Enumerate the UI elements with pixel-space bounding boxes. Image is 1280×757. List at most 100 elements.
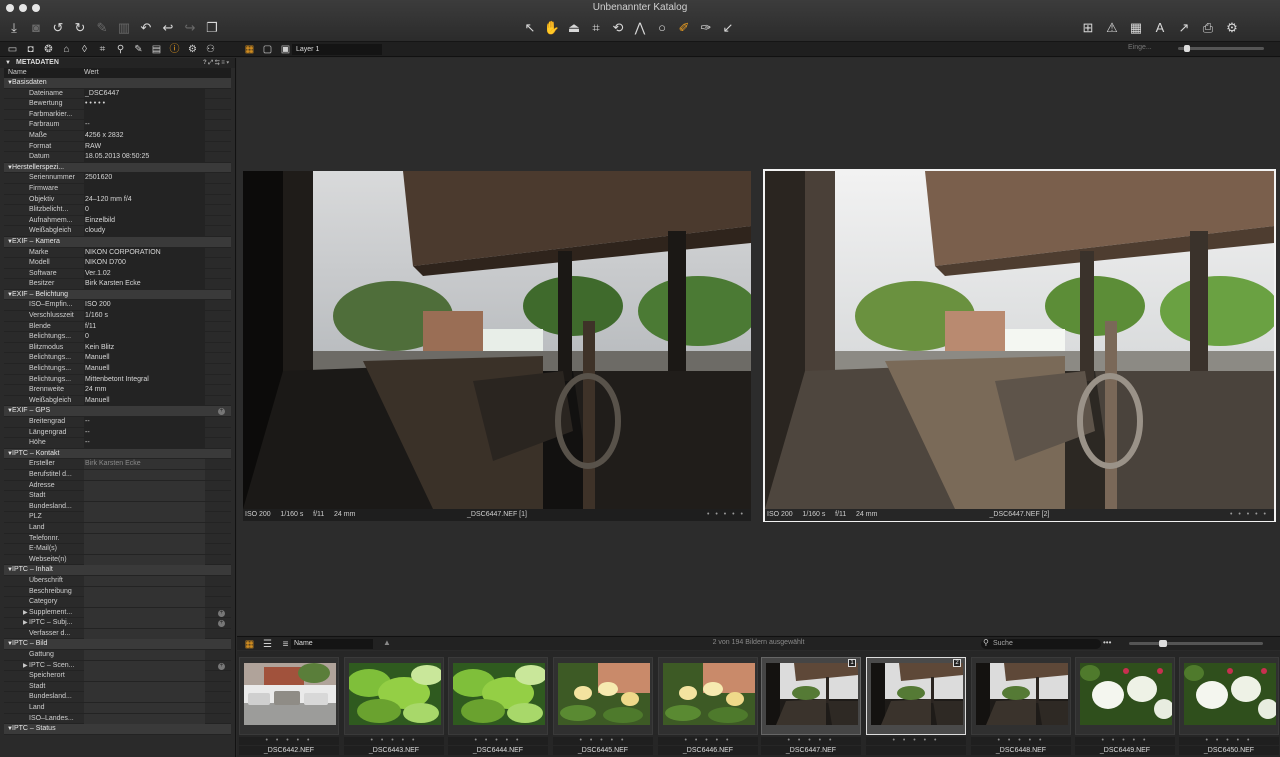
panel-header[interactable]: ▼ METADATEN ? ⤢ ⇆ ≡ ▾ bbox=[0, 58, 235, 68]
thumbnail-cell[interactable] bbox=[971, 657, 1071, 735]
rating-stars[interactable]: • • • • • bbox=[761, 737, 861, 745]
rating-stars[interactable]: • • • • • bbox=[658, 737, 758, 745]
metadata-value[interactable] bbox=[84, 491, 205, 502]
output-icon[interactable]: ▤ bbox=[150, 44, 163, 56]
compare-view-icon[interactable]: ▣ bbox=[279, 44, 292, 56]
metadata-value[interactable] bbox=[84, 597, 205, 608]
metadata-row[interactable]: Farbmarkier... bbox=[4, 109, 231, 121]
expand-triangle-icon[interactable]: ▶ bbox=[23, 618, 28, 629]
metadata-row[interactable]: Berufstitel d... bbox=[4, 469, 231, 481]
metadata-row[interactable]: Ersteller Birk Karsten Ecke bbox=[4, 459, 231, 470]
metadata-section[interactable]: ▼ Herstellerspezi... bbox=[4, 162, 231, 174]
thumbnail[interactable]: • • • • • _DSC6450.NEF bbox=[1179, 657, 1279, 757]
metadata-section[interactable]: ▼ IPTC – Kontakt bbox=[4, 448, 231, 460]
metadata-value[interactable] bbox=[84, 660, 205, 671]
thumbnail[interactable]: • • • • • _DSC6443.NEF bbox=[344, 657, 444, 757]
metadata-row[interactable]: Objektiv 24–120 mm f/4 bbox=[4, 194, 231, 206]
metadata-row[interactable]: Stadt bbox=[4, 491, 231, 502]
adjust-icon[interactable]: ✎ bbox=[132, 44, 145, 56]
single-view-icon[interactable]: ▢ bbox=[261, 44, 274, 56]
spot-icon[interactable]: ○ bbox=[654, 19, 670, 35]
metadata-value[interactable] bbox=[84, 469, 205, 480]
rotate-icon[interactable]: ⟲ bbox=[610, 19, 626, 35]
metadata-row[interactable]: Software Ver.1.02 bbox=[4, 268, 231, 280]
metadata-value[interactable] bbox=[84, 586, 205, 597]
viewer-image-2-selected[interactable] bbox=[763, 169, 1276, 522]
add-icon[interactable]: + bbox=[218, 609, 225, 617]
metadata-row[interactable]: Belichtungs... Mittenbetont Integral bbox=[4, 374, 231, 386]
metadata-row[interactable]: Bewertung • • • • • bbox=[4, 99, 231, 110]
metadata-row[interactable]: Modell NIKON D700 bbox=[4, 258, 231, 269]
metadata-row[interactable]: ▶ Supplement... + bbox=[4, 607, 231, 619]
metadata-row[interactable]: Aufnahmem... Einzelbild bbox=[4, 215, 231, 227]
capture-icon[interactable]: ◘ bbox=[24, 44, 37, 56]
print-icon[interactable]: ⎙ bbox=[1200, 19, 1216, 35]
thumbnail[interactable]: • • • • • _DSC6446.NEF bbox=[658, 657, 758, 757]
layer-select[interactable]: Layer 1 bbox=[292, 44, 382, 55]
thumbnail-cell[interactable]: 2 bbox=[866, 657, 966, 735]
thumbnail-cell[interactable]: 1 bbox=[761, 657, 861, 735]
metadata-section[interactable]: ▼ IPTC – Bild bbox=[4, 639, 231, 651]
thumbnail-cell[interactable] bbox=[1179, 657, 1279, 735]
metadata-row[interactable]: Dateiname _DSC6447 bbox=[4, 88, 231, 100]
lens-icon[interactable]: ◊ bbox=[78, 44, 91, 56]
folder-icon[interactable]: ▭ bbox=[6, 44, 19, 56]
metadata-row[interactable]: Bundesland... bbox=[4, 692, 231, 704]
metadata-value[interactable] bbox=[84, 512, 205, 523]
metadata-row[interactable]: Speicherort bbox=[4, 671, 231, 682]
metadata-section[interactable]: ▼ EXIF – GPS + bbox=[4, 406, 231, 417]
keystone-icon[interactable]: ⋀ bbox=[632, 19, 648, 35]
erase-icon[interactable]: ✑ bbox=[698, 19, 714, 35]
metadata-section[interactable]: ▼ Basisdaten bbox=[4, 78, 231, 89]
metadata-value[interactable] bbox=[84, 607, 205, 618]
metadata-row[interactable]: Gattung bbox=[4, 650, 231, 661]
grid-overlay-icon[interactable]: ▦ bbox=[1128, 19, 1144, 35]
metadata-row[interactable]: Farbraum -- bbox=[4, 120, 231, 131]
metadata-row[interactable]: Blitzmodus Kein Blitz bbox=[4, 342, 231, 354]
import-icon[interactable]: ⤓ bbox=[6, 19, 22, 35]
grid-icon[interactable]: ⊞ bbox=[1080, 19, 1096, 35]
rating-stars[interactable]: • • • • • bbox=[1230, 509, 1268, 521]
metadata-row[interactable]: Verschlusszeit 1/160 s bbox=[4, 311, 231, 322]
metadata-section[interactable]: ▼ IPTC – Status bbox=[4, 724, 231, 735]
camera-icon[interactable]: ◙ bbox=[28, 19, 44, 35]
metadata-value[interactable] bbox=[84, 480, 205, 491]
thumbnail[interactable]: • • • • • _DSC6445.NEF bbox=[553, 657, 653, 757]
metadata-row[interactable]: Stadt bbox=[4, 681, 231, 693]
metadata-row[interactable]: PLZ bbox=[4, 512, 231, 523]
rating-stars[interactable]: • • • • • bbox=[1179, 737, 1279, 745]
thumbnail-size-handle[interactable] bbox=[1159, 640, 1167, 647]
metadata-row[interactable]: Verfasser d... bbox=[4, 628, 231, 640]
metadata-value[interactable] bbox=[84, 501, 205, 512]
zoom-slider-handle[interactable] bbox=[1184, 45, 1190, 52]
metadata-value[interactable] bbox=[84, 703, 205, 714]
crop-tab-icon[interactable]: ⌗ bbox=[96, 44, 109, 56]
edit-icon[interactable]: ✎ bbox=[94, 19, 110, 35]
brush-icon[interactable]: ✐ bbox=[676, 19, 692, 35]
metadata-row[interactable]: Firmware bbox=[4, 183, 231, 195]
thumbnail-cell[interactable] bbox=[344, 657, 444, 735]
metadata-row[interactable]: Blende f/11 bbox=[4, 321, 231, 333]
metadata-value[interactable]: Birk Karsten Ecke bbox=[84, 459, 205, 470]
metadata-row[interactable]: ISO–Landes... bbox=[4, 713, 231, 725]
metadata-row[interactable]: ▶ IPTC – Scen... + bbox=[4, 660, 231, 672]
expand-triangle-icon[interactable]: ▶ bbox=[23, 661, 28, 672]
trash-icon[interactable]: ▥ bbox=[116, 19, 132, 35]
metadata-row[interactable]: Beschreibung bbox=[4, 586, 231, 598]
rating-stars[interactable]: • • • • • bbox=[1075, 737, 1175, 745]
metadata-row[interactable]: Weißabgleich Manuell bbox=[4, 395, 231, 407]
thumbnail-cell[interactable] bbox=[239, 657, 339, 735]
metadata-row[interactable]: Belichtungs... Manuell bbox=[4, 364, 231, 375]
metadata-row[interactable]: Land bbox=[4, 703, 231, 714]
rating-stars[interactable]: • • • • • bbox=[344, 737, 444, 745]
thumbnail-cell[interactable] bbox=[658, 657, 758, 735]
thumbnail[interactable]: • • • • • _DSC6442.NEF bbox=[239, 657, 339, 757]
metadata-row[interactable]: ISO–Empfin... ISO 200 bbox=[4, 300, 231, 312]
metadata-value[interactable] bbox=[84, 713, 205, 724]
metadata-row[interactable]: Weißabgleich cloudy bbox=[4, 226, 231, 237]
exposure-icon[interactable]: ⌂ bbox=[60, 44, 73, 56]
metadata-row[interactable]: Land bbox=[4, 522, 231, 534]
picker-icon[interactable]: ↙ bbox=[720, 19, 736, 35]
metadata-row[interactable]: Datum 18.05.2013 08:50:25 bbox=[4, 152, 231, 163]
search-input[interactable]: Suche bbox=[981, 639, 1101, 649]
